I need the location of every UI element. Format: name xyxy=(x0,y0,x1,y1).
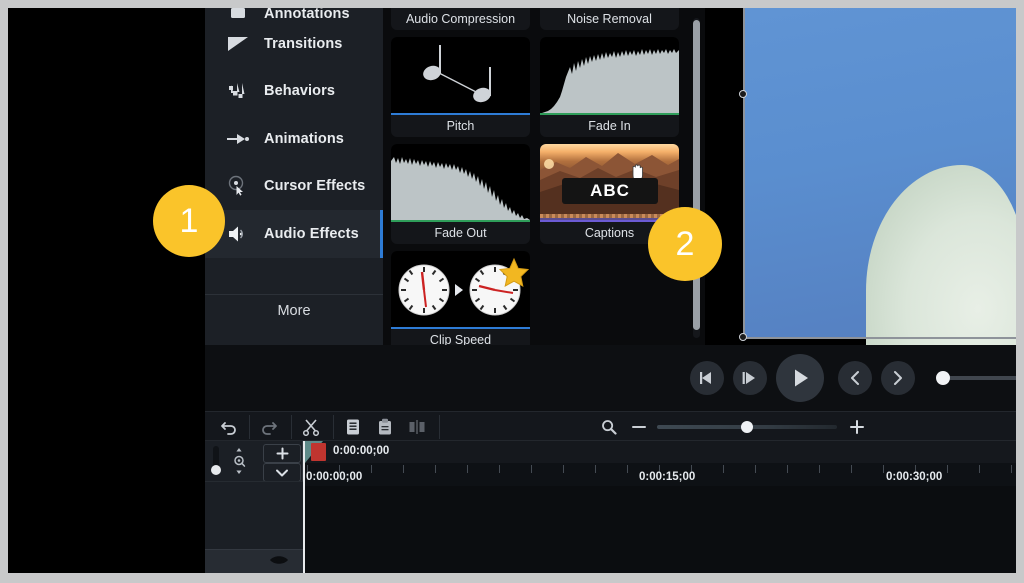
playhead-time-label: 0:00:00;00 xyxy=(333,445,389,457)
step-back-button[interactable] xyxy=(690,361,724,395)
effects-grid: Audio Compression Noise Removal Pitch xyxy=(383,8,705,345)
track-visibility-row[interactable] xyxy=(205,549,303,573)
timeline: 0:00:00;00 0:00:00;00 0:00:15;00 0:00:30… xyxy=(205,441,1016,573)
sidebar-item-label: Cursor Effects xyxy=(264,178,365,194)
left-blank-region xyxy=(8,8,205,573)
sidebar-item-label: Audio Effects xyxy=(264,226,359,242)
effect-tile-label: Pitch xyxy=(391,115,530,137)
timeline-ruler-top xyxy=(303,441,1016,463)
waveform-fade-in-thumbnail xyxy=(540,37,679,115)
mountain-photo-abc-thumbnail: ABC xyxy=(540,144,679,222)
track-header-controls xyxy=(205,441,303,481)
annotations-icon xyxy=(225,8,251,20)
resize-handle-left-middle[interactable] xyxy=(739,90,747,98)
effect-tile-label: Audio Compression xyxy=(391,8,530,30)
effect-tile-audio-compression[interactable]: Audio Compression xyxy=(391,8,530,30)
previous-marker-button[interactable] xyxy=(838,361,872,395)
waveform-fade-out-thumbnail xyxy=(391,144,530,222)
timeline-toolbar xyxy=(205,411,1016,441)
sidebar-item-annotations[interactable]: Annotations xyxy=(205,8,383,20)
sidebar-item-transitions[interactable]: Transitions xyxy=(205,20,383,68)
sidebar-item-label: Behaviors xyxy=(264,83,335,99)
behaviors-icon xyxy=(225,78,251,104)
timeline-playhead[interactable] xyxy=(303,441,305,573)
track-header-body xyxy=(205,481,303,549)
zoom-to-fit-icon[interactable] xyxy=(231,447,247,480)
sidebar-item-animations[interactable]: Animations xyxy=(205,115,383,163)
preview-canvas xyxy=(705,8,1016,345)
play-button[interactable] xyxy=(776,354,824,402)
effect-tile-label: Fade In xyxy=(540,115,679,137)
effect-tile-fade-out[interactable]: Fade Out xyxy=(391,144,530,244)
copy-button[interactable] xyxy=(337,412,369,442)
eye-icon[interactable] xyxy=(269,553,289,571)
step-forward-button[interactable] xyxy=(733,361,767,395)
sidebar-more-button[interactable]: More xyxy=(205,294,383,328)
effect-tile-label: Fade Out xyxy=(391,222,530,244)
sidebar-item-cursor-effects[interactable]: Cursor Effects xyxy=(205,163,383,211)
undo-button[interactable] xyxy=(213,412,245,442)
caption-overlay-text: ABC xyxy=(590,181,630,201)
effect-tile-noise-removal[interactable]: Noise Removal xyxy=(540,8,679,30)
app-window: Annotations Transitions xyxy=(8,8,1016,573)
sidebar-item-audio-effects[interactable]: Audio Effects xyxy=(205,210,383,258)
animations-icon xyxy=(225,126,251,152)
resize-handle-bottom-left[interactable] xyxy=(739,333,747,341)
callout-badge-1: 1 xyxy=(153,185,225,257)
ruler-label-1: 0:00:15;00 xyxy=(639,471,695,483)
effect-tile-label: Clip Speed xyxy=(391,329,530,345)
effect-tile-fade-in[interactable]: Fade In xyxy=(540,37,679,137)
sidebar-item-behaviors[interactable]: Behaviors xyxy=(205,68,383,116)
track-header-panel xyxy=(205,441,303,573)
clocks-star-thumbnail xyxy=(391,251,530,329)
toolbar-noop-3 xyxy=(395,412,429,442)
zoom-in-button[interactable] xyxy=(843,412,871,442)
effects-sidebar: Annotations Transitions xyxy=(205,8,383,345)
timeline-ruler[interactable]: 0:00:00;00 0:00:00;00 0:00:15;00 0:00:30… xyxy=(303,441,1016,486)
timeline-red-marker[interactable] xyxy=(311,443,326,461)
volume-slider-track[interactable] xyxy=(940,376,1016,380)
effect-tile-pitch[interactable]: Pitch xyxy=(391,37,530,137)
preview-video[interactable] xyxy=(744,8,1016,337)
sidebar-item-label: Transitions xyxy=(264,36,342,52)
timeline-tracks-area[interactable] xyxy=(303,486,1016,573)
music-notes-thumbnail xyxy=(391,37,530,115)
effects-grid-scrollbar-thumb[interactable] xyxy=(693,20,700,330)
effect-tile-clip-speed[interactable]: Clip Speed xyxy=(391,251,530,345)
callout-badge-2: 2 xyxy=(648,207,722,281)
sidebar-item-label: Annotations xyxy=(264,8,350,20)
toolbar-divider xyxy=(249,415,250,439)
collapse-tracks-button[interactable] xyxy=(263,463,301,482)
ruler-label-2: 0:00:30;00 xyxy=(886,471,942,483)
toolbar-divider xyxy=(439,415,440,439)
cut-button[interactable] xyxy=(295,412,327,442)
effect-tile-label: Noise Removal xyxy=(540,8,679,30)
volume-slider-knob[interactable] xyxy=(936,371,950,385)
transitions-icon xyxy=(225,31,251,57)
selection-border-left xyxy=(743,8,745,338)
add-track-button[interactable] xyxy=(263,444,301,463)
sidebar-item-label: Animations xyxy=(264,131,344,147)
sidebar-spacer xyxy=(205,258,383,294)
transport-bar xyxy=(205,345,1016,411)
selection-border-bottom xyxy=(743,337,1016,339)
zoom-icon-button[interactable] xyxy=(595,412,623,442)
ruler-label-0: 0:00:00;00 xyxy=(306,471,362,483)
toolbar-divider xyxy=(291,415,292,439)
audio-effects-icon xyxy=(225,221,251,247)
zoom-slider-knob[interactable] xyxy=(741,421,753,433)
next-marker-button[interactable] xyxy=(881,361,915,395)
redo-button[interactable] xyxy=(253,412,285,442)
cursor-effects-icon xyxy=(225,173,251,199)
zoom-out-button[interactable] xyxy=(625,412,653,442)
toolbar-divider xyxy=(333,415,334,439)
track-level-knob[interactable] xyxy=(211,465,221,475)
